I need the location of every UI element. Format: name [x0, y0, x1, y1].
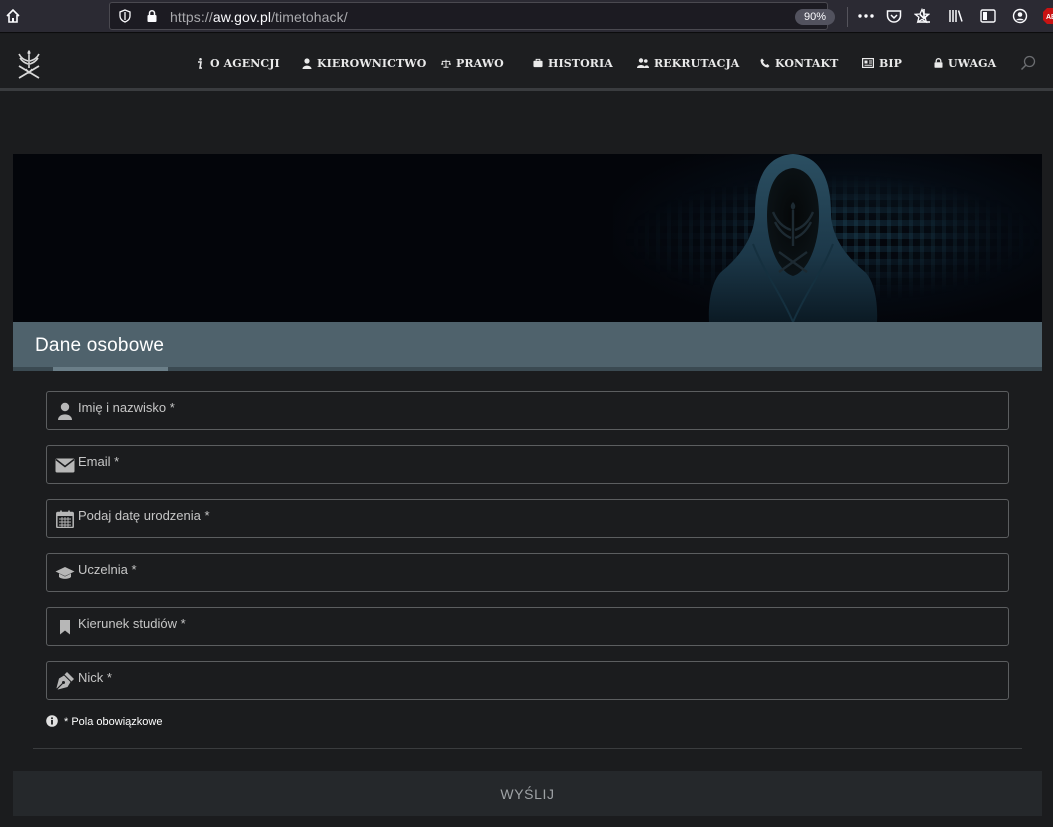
nav-label: KONTAKT	[775, 56, 839, 70]
briefcase-icon	[533, 58, 543, 68]
user-icon	[55, 401, 75, 421]
nav-item-prawo[interactable]: PRAWO	[441, 55, 504, 71]
url-bar[interactable]: https://aw.gov.pl/timetohack/ 90%	[109, 2, 930, 30]
birth-date-input[interactable]	[78, 504, 998, 526]
url-text[interactable]: https://aw.gov.pl/timetohack/	[170, 9, 348, 25]
pen-nib-icon	[55, 671, 75, 691]
info-circle-icon	[46, 714, 58, 730]
nav-item-kontakt[interactable]: KONTAKT	[760, 55, 838, 71]
home-icon[interactable]	[3, 6, 23, 26]
nav-label: BIP	[879, 56, 903, 70]
lock-icon	[933, 58, 943, 68]
lock-icon[interactable]	[142, 6, 162, 26]
birth-date-field[interactable]	[46, 499, 1009, 538]
zoom-badge[interactable]: 90%	[795, 9, 835, 25]
graduation-cap-icon	[55, 563, 75, 583]
full-name-field[interactable]	[46, 391, 1009, 430]
sidebar-icon[interactable]	[978, 6, 998, 26]
calendar-icon	[55, 509, 75, 529]
newspaper-icon	[862, 58, 874, 68]
bookmark-icon	[55, 617, 75, 637]
account-icon[interactable]	[1010, 6, 1030, 26]
university-input[interactable]	[78, 558, 998, 580]
url-separator	[847, 7, 848, 27]
nick-input[interactable]	[78, 666, 998, 688]
section-divider	[13, 367, 1042, 371]
university-field[interactable]	[46, 553, 1009, 592]
hero-banner	[13, 154, 1042, 322]
agency-eagle-logo-icon[interactable]	[16, 48, 42, 80]
phone-icon	[760, 58, 770, 68]
hooded-hacker-icon	[708, 154, 878, 322]
nav-label: PRAWO	[456, 56, 504, 70]
nav-label: HISTORIA	[548, 56, 613, 70]
form-divider	[33, 748, 1022, 749]
library-icon[interactable]	[946, 6, 966, 26]
site-navigation: O AGENCJI KIEROWNICTWO PRAWO HISTORIA RE…	[0, 34, 1053, 91]
section-divider-accent	[53, 367, 168, 371]
downloads-icon[interactable]	[914, 6, 934, 26]
url-host: aw.gov.pl	[212, 9, 272, 25]
full-name-input[interactable]	[78, 396, 998, 418]
required-fields-note: * Pola obowiązkowe	[46, 714, 163, 730]
nav-item-uwaga[interactable]: UWAGA	[933, 55, 996, 71]
user-icon	[302, 57, 312, 69]
search-icon[interactable]	[1020, 55, 1036, 71]
form-section-header: Dane osobowe	[13, 322, 1042, 367]
nick-field[interactable]	[46, 661, 1009, 700]
email-input[interactable]	[78, 450, 998, 472]
nav-label: UWAGA	[948, 56, 997, 70]
required-fields-text: * Pola obowiązkowe	[64, 716, 163, 728]
nav-item-kierownictwo[interactable]: KIEROWNICTWO	[302, 55, 426, 71]
nav-item-o-agencji[interactable]: O AGENCJI	[195, 55, 280, 71]
nav-item-rekrutacja[interactable]: REKRUTACJA	[637, 55, 739, 71]
more-actions-icon[interactable]	[856, 6, 876, 26]
tracking-shield-icon[interactable]	[115, 6, 135, 26]
field-of-study-input[interactable]	[78, 612, 998, 634]
nav-label: KIEROWNICTWO	[317, 56, 427, 70]
svg-text:AB: AB	[1046, 14, 1053, 21]
url-scheme: https://	[170, 9, 213, 25]
pocket-icon[interactable]	[884, 6, 904, 26]
nav-label: O AGENCJI	[210, 56, 280, 70]
info-icon	[195, 57, 205, 69]
field-of-study-field[interactable]	[46, 607, 1009, 646]
nav-item-bip[interactable]: BIP	[862, 55, 902, 71]
users-icon	[637, 58, 649, 68]
nav-label: REKRUTACJA	[654, 56, 740, 70]
envelope-icon	[55, 455, 75, 475]
email-field[interactable]	[46, 445, 1009, 484]
adblock-extension-icon[interactable]: AB	[1040, 6, 1053, 26]
form-section-title: Dane osobowe	[35, 335, 165, 356]
submit-button[interactable]: WYŚLIJ	[13, 771, 1042, 816]
browser-toolbar: https://aw.gov.pl/timetohack/ 90% AB	[0, 0, 1053, 33]
url-path: /timetohack/	[271, 9, 348, 25]
nav-item-historia[interactable]: HISTORIA	[533, 55, 613, 71]
scales-icon	[441, 58, 451, 68]
